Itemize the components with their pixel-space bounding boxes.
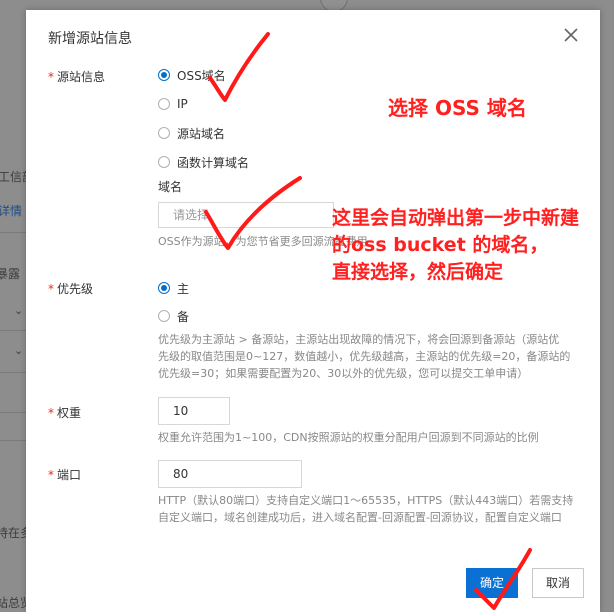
radio-button[interactable]	[158, 98, 170, 110]
required-asterisk: *	[48, 406, 54, 420]
radio-button[interactable]	[158, 282, 170, 294]
annotation-line: 这里会自动弹出第一步中新建	[332, 207, 580, 229]
background-divider	[0, 412, 26, 413]
annotation-choose-oss: 选择 OSS 域名	[388, 96, 527, 120]
annotation-line: 直接选择，然后确定	[332, 261, 504, 283]
radio-button[interactable]	[158, 69, 170, 81]
radio-button[interactable]	[158, 310, 170, 322]
domain-sub-label: 域名	[158, 180, 183, 194]
weight-input[interactable]: 10	[158, 397, 230, 425]
background-text-exposed: 暴露	[0, 267, 21, 281]
background-divider	[0, 372, 26, 373]
chevron-down-icon: ⌄	[14, 344, 24, 357]
dialog-title: 新增源站信息	[48, 31, 132, 47]
radio-button[interactable]	[158, 127, 170, 139]
weight-label: * 权重	[48, 406, 82, 420]
port-help-line: 自定义端口，域名创建成功后，进入域名配置-回源配置-回源协议，配置自定义端口	[158, 511, 562, 524]
origin-option-ip[interactable]: IP	[158, 95, 188, 113]
background-divider	[0, 232, 26, 233]
required-asterisk: *	[48, 468, 54, 482]
close-icon[interactable]	[562, 26, 580, 44]
priority-help-line: 优先级=30；如果需要配置为20、30以外的优先级，您可以提交工单申请）	[158, 367, 529, 380]
background-divider	[0, 440, 26, 441]
port-input[interactable]: 80	[158, 460, 302, 488]
annotation-line: 的oss bucket 的域名，	[332, 234, 549, 256]
annotation-auto-popup: 这里会自动弹出第一步中新建 的oss bucket 的域名， 直接选择，然后确定	[332, 205, 579, 286]
weight-help-text: 权重允许范围为1~100，CDN按照源站的权重分配用户回源到不同源站的比例	[158, 431, 539, 444]
cancel-button[interactable]: 取消	[532, 568, 584, 598]
priority-option-primary[interactable]: 主	[158, 279, 189, 297]
radio-button[interactable]	[158, 156, 170, 168]
background-link-details: 详情	[0, 204, 23, 218]
required-asterisk: *	[48, 70, 54, 84]
priority-help-line: 先级的取值范围是0~127，数值越小，优先级越高，主源站的优先级=20，备源站的	[158, 350, 571, 363]
origin-info-label: * 源站信息	[48, 70, 106, 84]
priority-label: * 优先级	[48, 282, 94, 296]
origin-option-oss[interactable]: OSS域名	[158, 66, 226, 84]
priority-option-backup[interactable]: 备	[158, 307, 189, 325]
confirm-button[interactable]: 确定	[466, 568, 518, 598]
priority-help-line: 优先级为主源站 > 备源站，主源站出现故障的情况下，将会回源到备源站（源站优	[158, 333, 560, 346]
origin-option-domain[interactable]: 源站域名	[158, 124, 225, 142]
background-divider	[0, 330, 26, 331]
oss-domain-select[interactable]: 请选择	[158, 202, 334, 228]
required-asterisk: *	[48, 282, 54, 296]
port-label: * 端口	[48, 468, 82, 482]
port-help-line: HTTP（默认80端口）支持自定义端口1～65535，HTTPS（默认443端口…	[158, 494, 574, 507]
origin-option-fc-domain[interactable]: 函数计算域名	[158, 153, 249, 171]
chevron-down-icon: ⌄	[14, 304, 24, 317]
